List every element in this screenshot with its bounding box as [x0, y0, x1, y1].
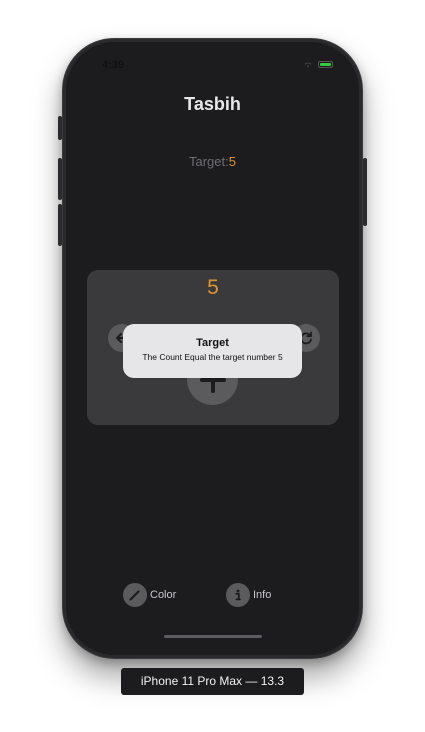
battery-icon: [318, 61, 333, 68]
volume-up-button: [58, 158, 62, 200]
count-display: 5: [207, 276, 219, 299]
target-row: Target:5: [66, 154, 359, 169]
app-screen: 4:39 Tasbih Target:5 5 Target The Count …: [66, 42, 359, 655]
info-button[interactable]: Info: [226, 583, 271, 607]
status-icons: [303, 61, 333, 68]
color-label: Color: [150, 589, 177, 601]
pencil-icon: [129, 590, 140, 601]
alert-title: Target: [196, 337, 229, 349]
home-indicator[interactable]: [164, 635, 262, 638]
wifi-icon: [304, 62, 312, 68]
info-label: Info: [253, 589, 272, 601]
device-label: iPhone 11 Pro Max — 13.3: [121, 668, 304, 695]
alert-message: The Count Equal the target number 5: [142, 352, 283, 362]
color-button[interactable]: Color: [123, 583, 176, 607]
info-icon-circle: [226, 583, 250, 607]
info-icon: [235, 589, 241, 601]
target-alert[interactable]: Target The Count Equal the target number…: [123, 324, 302, 378]
target-label: Target:: [189, 154, 229, 169]
status-time: 4:39: [102, 59, 125, 71]
power-button: [363, 158, 367, 226]
color-icon-circle: [123, 583, 147, 607]
app-title: Tasbih: [184, 94, 241, 114]
target-value: 5: [228, 154, 236, 169]
mute-switch: [58, 116, 62, 140]
volume-down-button: [58, 204, 62, 246]
